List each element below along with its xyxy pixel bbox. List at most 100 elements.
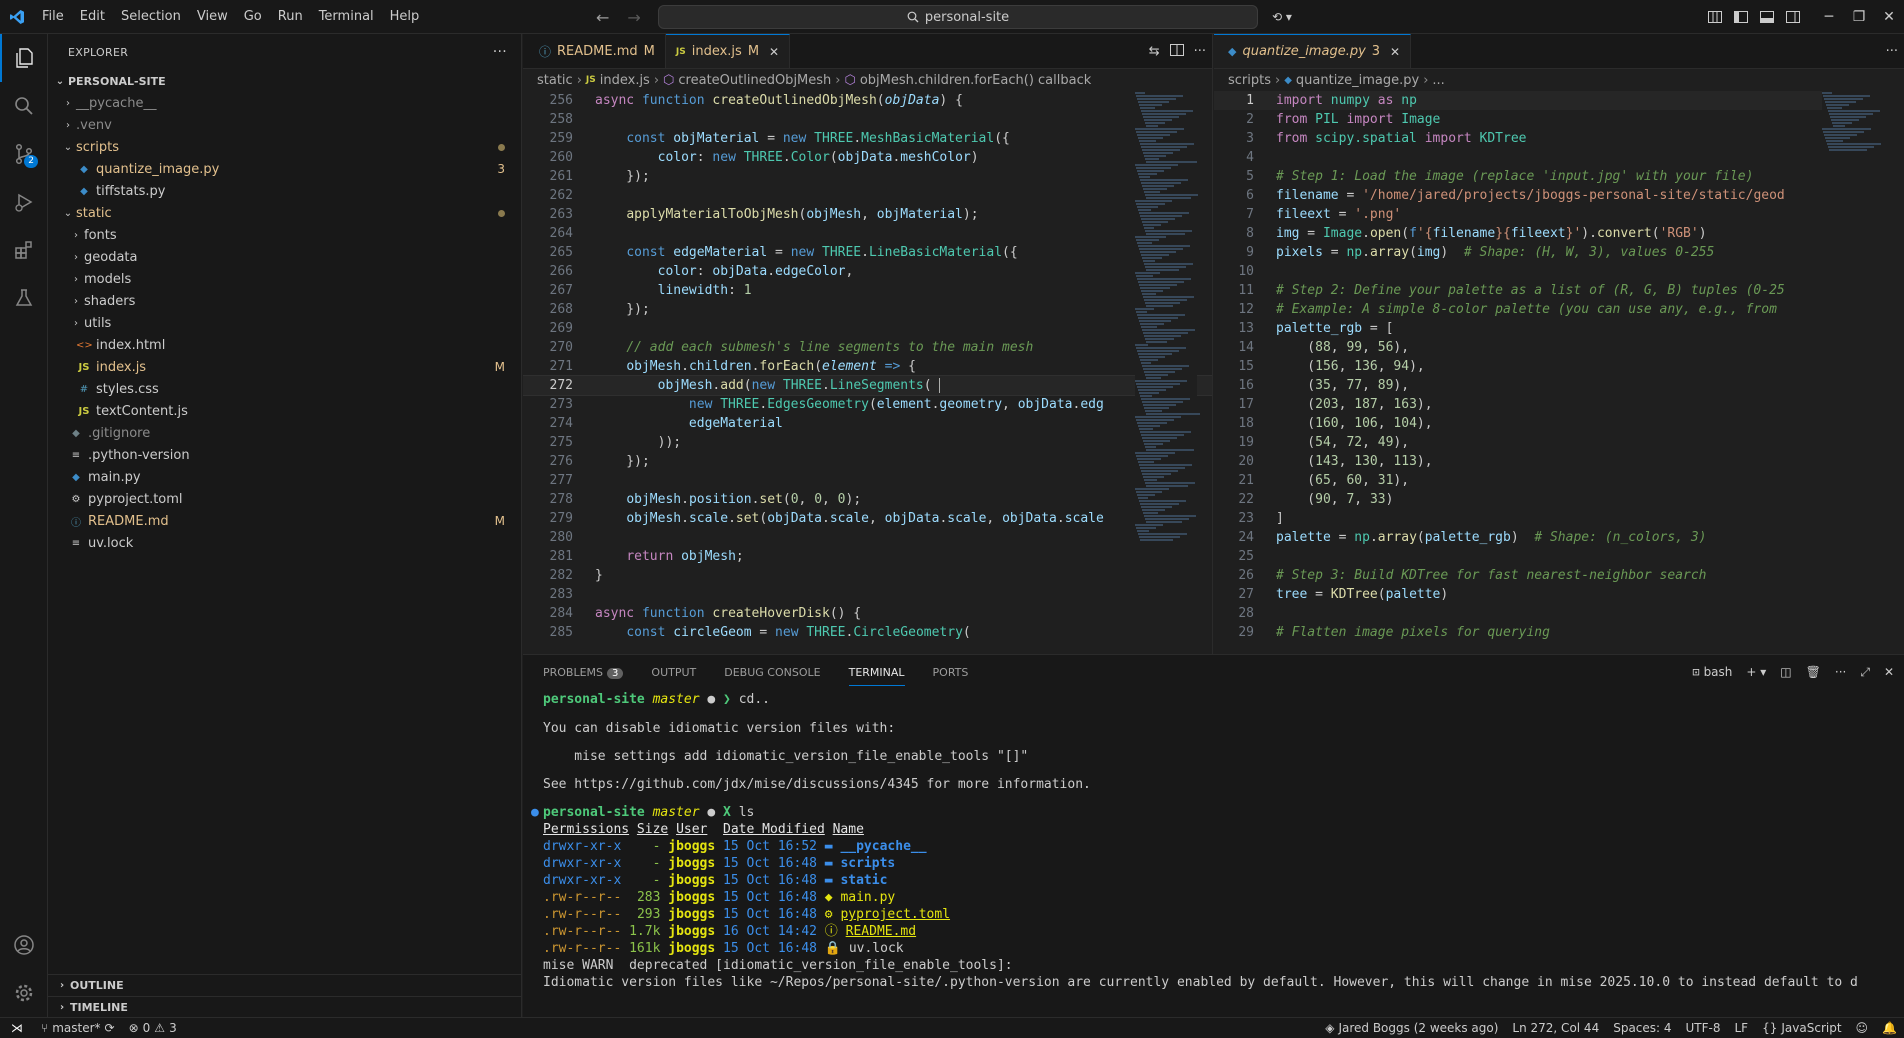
- kill-terminal-icon[interactable]: 🗑: [1806, 665, 1821, 679]
- tree-item[interactable]: ⚙ pyproject.toml: [48, 488, 521, 510]
- more-panel-actions-icon[interactable]: ···: [1835, 665, 1846, 679]
- tree-item[interactable]: # styles.css: [48, 378, 521, 400]
- restore-icon[interactable]: ❐: [1844, 0, 1874, 34]
- extensions-activity-icon[interactable]: [0, 226, 48, 274]
- terminal-output[interactable]: personal-site master ● ❯ cd.. You can di…: [523, 691, 1904, 991]
- tree-item[interactable]: ◆ quantize_image.py 3: [48, 158, 521, 180]
- copilot-status-icon[interactable]: ☺: [1849, 1021, 1876, 1035]
- tab-debug-console[interactable]: DEBUG CONSOLE: [724, 666, 820, 679]
- run-debug-activity-icon[interactable]: [0, 178, 48, 226]
- chevron-right-icon: ›: [74, 229, 78, 241]
- breadcrumb-item[interactable]: index.js: [600, 73, 650, 88]
- manage-gear-icon[interactable]: [0, 969, 48, 1017]
- tree-item[interactable]: ≡ uv.lock: [48, 532, 521, 554]
- tree-item[interactable]: › .venv: [48, 114, 521, 136]
- menu-view[interactable]: View: [189, 0, 236, 34]
- close-tab-icon[interactable]: ✕: [769, 45, 779, 59]
- breadcrumb-item[interactable]: static: [537, 73, 573, 88]
- more-actions-icon[interactable]: ···: [493, 44, 507, 60]
- tree-item[interactable]: ⓘ README.md M: [48, 510, 521, 532]
- menu-edit[interactable]: Edit: [72, 0, 113, 34]
- split-editor-icon[interactable]: [1169, 43, 1184, 60]
- minimap-line: [1137, 530, 1149, 532]
- breadcrumb-item[interactable]: scripts: [1228, 73, 1271, 88]
- tab-readme[interactable]: ⓘ README.md M: [523, 34, 666, 68]
- new-terminal-icon[interactable]: + ▾: [1746, 665, 1766, 679]
- terminal-shell-selector[interactable]: ⊡ bash: [1692, 665, 1732, 679]
- tree-item[interactable]: › utils: [48, 312, 521, 334]
- tree-item[interactable]: JS textContent.js: [48, 400, 521, 422]
- accounts-icon[interactable]: [0, 921, 48, 969]
- more-editor-actions-icon[interactable]: ···: [1194, 44, 1206, 59]
- explorer-activity-icon[interactable]: [0, 34, 48, 82]
- tree-item[interactable]: <> index.html: [48, 334, 521, 356]
- remote-indicator-icon[interactable]: ⋊: [0, 1018, 34, 1038]
- tree-item[interactable]: JS index.js M: [48, 356, 521, 378]
- close-window-icon[interactable]: ✕: [1874, 0, 1904, 34]
- code-editor-left[interactable]: 256 async function createOutlinedObjMesh(…: [523, 91, 1212, 642]
- tab-ports[interactable]: PORTS: [933, 666, 969, 679]
- menu-run[interactable]: Run: [270, 0, 311, 34]
- tree-item[interactable]: ◆ main.py: [48, 466, 521, 488]
- status-indentation[interactable]: Spaces: 4: [1606, 1021, 1678, 1035]
- status-position[interactable]: Ln 272, Col 44: [1505, 1021, 1606, 1035]
- code-editor-right[interactable]: 1 import numpy as np 2 from PIL import Ima…: [1214, 91, 1904, 642]
- status-branch[interactable]: ⑂ master* ⟳: [34, 1021, 122, 1035]
- tree-item[interactable]: ◆ .gitignore: [48, 422, 521, 444]
- menu-selection[interactable]: Selection: [113, 0, 189, 34]
- toggle-secondary-sidebar-icon[interactable]: [1780, 0, 1806, 34]
- sync-icon[interactable]: ⟳: [105, 1021, 115, 1035]
- maximize-panel-icon[interactable]: ⤢: [1860, 665, 1870, 680]
- search-activity-icon[interactable]: [0, 82, 48, 130]
- breadcrumb-item[interactable]: quantize_image.py: [1296, 73, 1419, 88]
- more-editor-actions-icon[interactable]: ···: [1886, 44, 1898, 59]
- tab-index-js[interactable]: JS index.js M ✕: [665, 34, 791, 68]
- back-arrow-icon[interactable]: ←: [596, 8, 609, 27]
- source-control-activity-icon[interactable]: 2: [0, 130, 48, 178]
- tab-output[interactable]: OUTPUT: [651, 666, 696, 679]
- tree-item-label: pyproject.toml: [88, 491, 183, 507]
- timeline-section[interactable]: › TIMELINE: [48, 996, 522, 1018]
- status-encoding[interactable]: UTF-8: [1679, 1021, 1728, 1035]
- status-language[interactable]: {} JavaScript: [1755, 1021, 1848, 1035]
- close-panel-icon[interactable]: ✕: [1884, 665, 1894, 679]
- minimize-icon[interactable]: ─: [1814, 0, 1844, 34]
- customize-layout-icon[interactable]: [1702, 0, 1728, 34]
- compare-changes-icon[interactable]: ⇆: [1149, 44, 1160, 59]
- toggle-primary-sidebar-icon[interactable]: [1728, 0, 1754, 34]
- toggle-panel-icon[interactable]: [1754, 0, 1780, 34]
- testing-flask-icon[interactable]: [0, 274, 48, 322]
- tree-item[interactable]: › models: [48, 268, 521, 290]
- tree-item[interactable]: › geodata: [48, 246, 521, 268]
- breadcrumb-item[interactable]: createOutlinedObjMesh: [678, 73, 831, 88]
- menu-help[interactable]: Help: [382, 0, 428, 34]
- tree-item[interactable]: ◆ tiffstats.py: [48, 180, 521, 202]
- status-problems[interactable]: ⊗ 0 ⚠ 3: [122, 1021, 184, 1035]
- workspace-root[interactable]: ⌄ PERSONAL-SITE: [48, 70, 521, 92]
- tree-item[interactable]: › shaders: [48, 290, 521, 312]
- menu-terminal[interactable]: Terminal: [311, 0, 382, 34]
- breadcrumb-item[interactable]: objMesh.children.forEach() callback: [860, 73, 1091, 88]
- close-tab-icon[interactable]: ✕: [1390, 45, 1400, 59]
- status-eol[interactable]: LF: [1728, 1021, 1756, 1035]
- minimap-right[interactable]: [1822, 91, 1904, 654]
- tree-item[interactable]: › fonts: [48, 224, 521, 246]
- copilot-icon[interactable]: ⟲ ▾: [1272, 0, 1292, 34]
- tab-terminal[interactable]: TERMINAL: [848, 666, 905, 686]
- tab-problems[interactable]: PROBLEMS 3: [543, 666, 624, 679]
- outline-section[interactable]: › OUTLINE: [48, 974, 522, 996]
- tree-item[interactable]: ≡ .python-version: [48, 444, 521, 466]
- menu-file[interactable]: File: [34, 0, 72, 34]
- menu-go[interactable]: Go: [236, 0, 270, 34]
- split-terminal-icon[interactable]: ◫: [1780, 665, 1791, 679]
- breadcrumb-item[interactable]: ...: [1432, 73, 1444, 88]
- tree-item[interactable]: ⌄ scripts: [48, 136, 521, 158]
- forward-arrow-icon[interactable]: →: [627, 8, 640, 27]
- status-blame[interactable]: ◈ Jared Boggs (2 weeks ago): [1318, 1021, 1505, 1035]
- tree-item[interactable]: ⌄ static: [48, 202, 521, 224]
- minimap-left[interactable]: [1135, 91, 1200, 654]
- tree-item[interactable]: › __pycache__: [48, 92, 521, 114]
- notifications-bell-icon[interactable]: 🔔: [1875, 1021, 1904, 1035]
- tab-quantize-image[interactable]: ◆ quantize_image.py 3 ✕: [1214, 34, 1412, 68]
- command-center-search[interactable]: personal-site: [658, 5, 1258, 29]
